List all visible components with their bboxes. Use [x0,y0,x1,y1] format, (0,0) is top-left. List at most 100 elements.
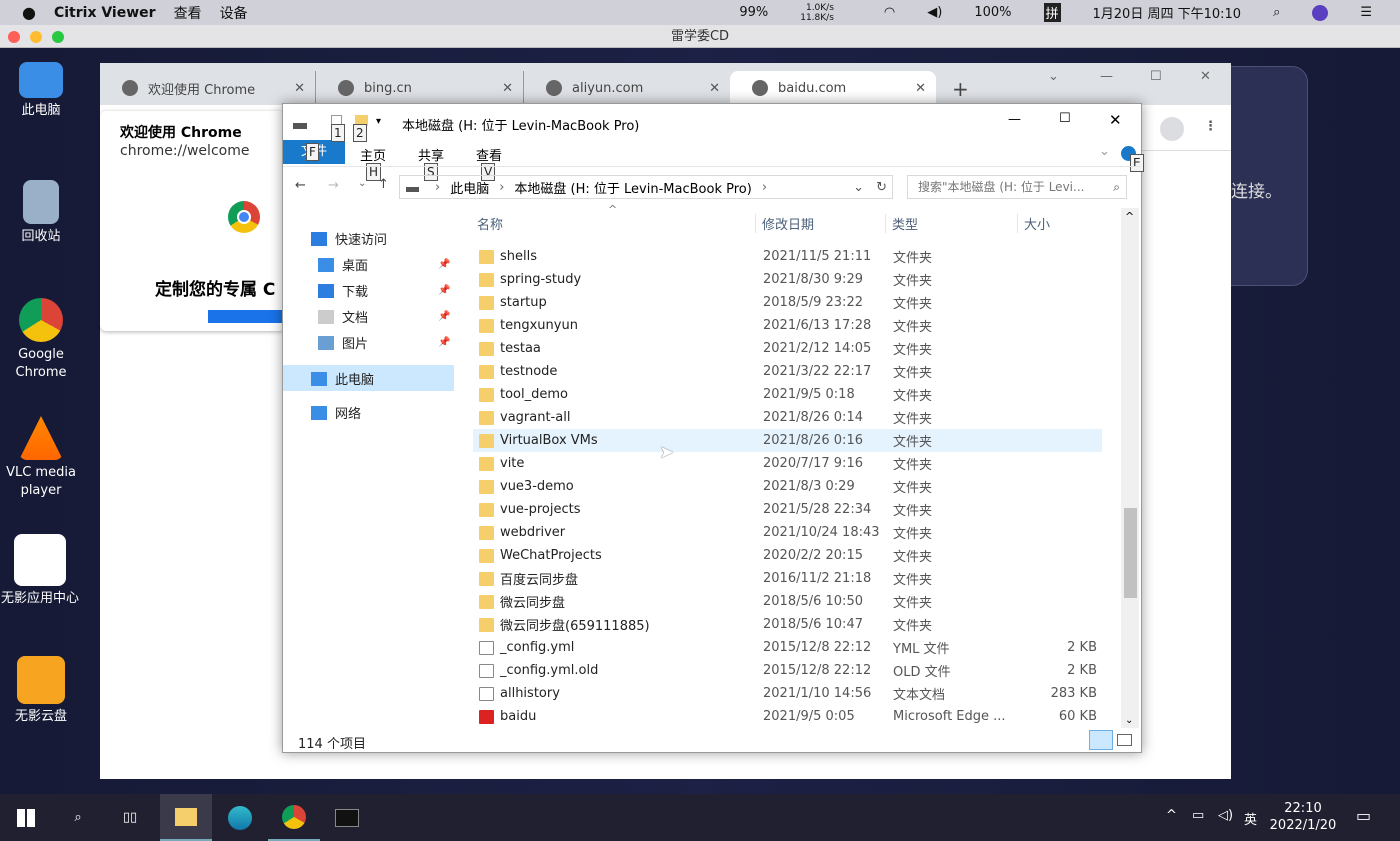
file-row[interactable]: testaa 2021/2/12 14:05 文件夹 [473,337,1102,360]
notifications-icon[interactable]: ▭ [1356,806,1371,825]
file-row[interactable]: vue3-demo 2021/8/3 0:29 文件夹 [473,475,1102,498]
volume-icon[interactable]: ◀) [927,5,942,20]
vertical-scrollbar[interactable]: ^ ⌄ [1121,208,1139,728]
menu-view[interactable]: 查看 [174,3,202,23]
refresh-icon[interactable]: ↻ [876,180,887,195]
close-button[interactable]: ✕ [1109,111,1122,129]
task-view-button[interactable]: ▯▯ [104,794,156,841]
clock[interactable]: 22:10 2022/1/20 [1268,800,1338,834]
ime-indicator[interactable]: 拼 [1043,3,1061,22]
tab-bing[interactable]: bing.cn ✕ [315,71,523,105]
profile-avatar[interactable] [1160,117,1184,141]
desktop-icon-wuying-app[interactable]: 无影应用中心 [0,534,80,608]
file-row[interactable]: tool_demo 2021/9/5 0:18 文件夹 [473,383,1102,406]
file-row[interactable]: 微云同步盘 2018/5/6 10:50 文件夹 [473,590,1102,613]
chrome-menu-icon[interactable]: ⋮ [1204,119,1217,134]
recent-dropdown[interactable]: ⌄ [358,178,366,189]
taskbar-chrome[interactable] [268,794,320,841]
new-tab-button[interactable]: + [952,77,969,101]
desktop-icon-this-pc[interactable]: 此电脑 [0,62,82,120]
file-row[interactable]: VirtualBox VMs 2021/8/26 0:16 文件夹 [473,429,1102,452]
siri-icon[interactable] [1312,4,1329,21]
up-button[interactable]: ↑ [378,177,389,192]
taskbar-terminal[interactable] [321,794,373,841]
nav-item[interactable]: 下载 📌 [318,281,450,300]
file-row[interactable]: baidu 2021/9/5 0:05 Microsoft Edge ... 6… [473,705,1102,728]
close-tab-icon[interactable]: ✕ [915,81,926,96]
file-row[interactable]: _config.yml 2015/12/8 22:12 YML 文件 2 KB [473,636,1102,659]
col-name[interactable]: 名称 [477,214,503,233]
scroll-thumb[interactable] [1124,508,1137,598]
tab-baidu[interactable]: baidu.com ✕ [730,71,936,105]
tab-search-icon[interactable]: ⌄ [1048,69,1059,84]
ribbon-tab-home[interactable]: 主页 [360,145,386,164]
address-dropdown-icon[interactable]: ⌄ [853,180,864,195]
apple-icon[interactable]: ● [22,3,36,22]
close-icon[interactable]: ✕ [1200,69,1211,84]
battery-percent[interactable]: 100% [974,5,1011,20]
tray-chevron-icon[interactable]: ^ [1166,808,1177,823]
file-row[interactable]: spring-study 2021/8/30 9:29 文件夹 [473,268,1102,291]
tab-welcome[interactable]: 欢迎使用 Chrome ✕ [100,71,315,105]
taskbar-file-explorer[interactable] [160,794,212,841]
breadcrumb-drive[interactable]: 本地磁盘 (H: 位于 Levin-MacBook Pro) [514,178,751,197]
search-icon[interactable]: ⌕ [1273,5,1280,20]
ribbon-expand-icon[interactable]: ⌄ [1099,144,1110,159]
col-type[interactable]: 类型 [885,214,918,233]
file-row[interactable]: 微云同步盘(659111885) 2018/5/6 10:47 文件夹 [473,613,1102,636]
file-row[interactable]: _config.yml.old 2015/12/8 22:12 OLD 文件 2… [473,659,1102,682]
desktop-icon-vlc[interactable]: VLC media player [0,416,82,500]
close-tab-icon[interactable]: ✕ [294,81,305,96]
maximize-icon[interactable]: ☐ [1150,69,1162,84]
zoom-button[interactable] [52,31,64,43]
file-row[interactable]: WeChatProjects 2020/2/2 20:15 文件夹 [473,544,1102,567]
nav-item[interactable]: 网络 [311,403,361,422]
file-row[interactable]: vite 2020/7/17 9:16 文件夹 [473,452,1102,475]
tab-aliyun[interactable]: aliyun.com ✕ [523,71,730,105]
scroll-down-icon[interactable]: ⌄ [1125,715,1133,726]
minimize-button[interactable]: — [1008,112,1021,127]
breadcrumb-this-pc[interactable]: 此电脑 [450,178,489,197]
wifi-icon[interactable]: ◠ [884,5,895,20]
large-icons-view-button[interactable] [1117,734,1132,746]
taskbar-edge[interactable] [214,794,266,841]
ime-indicator[interactable]: 英 [1244,809,1257,828]
control-center-icon[interactable]: ☰ [1360,5,1372,20]
file-row[interactable]: vue-projects 2021/5/28 22:34 文件夹 [473,498,1102,521]
file-row[interactable]: startup 2018/5/9 23:22 文件夹 [473,291,1102,314]
start-button[interactable] [0,794,52,841]
ribbon-tab-share[interactable]: 共享 [418,145,444,164]
file-row[interactable]: testnode 2021/3/22 22:17 文件夹 [473,360,1102,383]
pin-icon[interactable]: 📌 [438,337,450,348]
desktop-icon-wuying-disk[interactable]: 无影云盘 [0,656,82,726]
nav-item[interactable]: 图片 📌 [318,333,450,352]
close-tab-icon[interactable]: ✕ [709,81,720,96]
close-button[interactable] [8,31,20,43]
pin-icon[interactable]: 📌 [438,285,450,296]
col-date[interactable]: 修改日期 [755,214,814,233]
minimize-button[interactable] [30,31,42,43]
nav-item[interactable]: 桌面 📌 [318,255,450,274]
volume-icon[interactable]: ◁) [1218,808,1233,823]
desktop-icon-recycle-bin[interactable]: 回收站 [0,180,82,246]
file-row[interactable]: tengxunyun 2021/6/13 17:28 文件夹 [473,314,1102,337]
file-row[interactable]: webdriver 2021/10/24 18:43 文件夹 [473,521,1102,544]
menu-app[interactable]: Citrix Viewer [54,5,156,21]
nav-item[interactable]: 此电脑 [311,369,374,388]
menu-clock[interactable]: 1月20日 周四 下午10:10 [1093,3,1242,22]
search-input[interactable]: 搜索"本地磁盘 (H: 位于 Levi... ⌕ [907,175,1127,199]
minimize-icon[interactable]: — [1100,69,1113,84]
address-bar[interactable]: › 此电脑 › 本地磁盘 (H: 位于 Levin-MacBook Pro) ›… [399,175,893,199]
nav-item[interactable]: 文档 📌 [318,307,450,326]
desktop-icon-chrome[interactable]: Google Chrome [0,298,82,382]
file-row[interactable]: shells 2021/11/5 21:11 文件夹 [473,245,1102,268]
file-row[interactable]: allhistory 2021/1/10 14:56 文本文档 283 KB [473,682,1102,705]
qat-dropdown-icon[interactable]: ▾ [376,116,381,127]
pin-icon[interactable]: 📌 [438,259,450,270]
file-row[interactable]: vagrant-all 2021/8/26 0:14 文件夹 [473,406,1102,429]
back-button[interactable]: ← [295,178,306,193]
search-button[interactable]: ⌕ [52,794,104,841]
close-tab-icon[interactable]: ✕ [502,81,513,96]
scroll-up-icon[interactable]: ^ [1125,210,1134,223]
menu-devices[interactable]: 设备 [220,3,248,23]
